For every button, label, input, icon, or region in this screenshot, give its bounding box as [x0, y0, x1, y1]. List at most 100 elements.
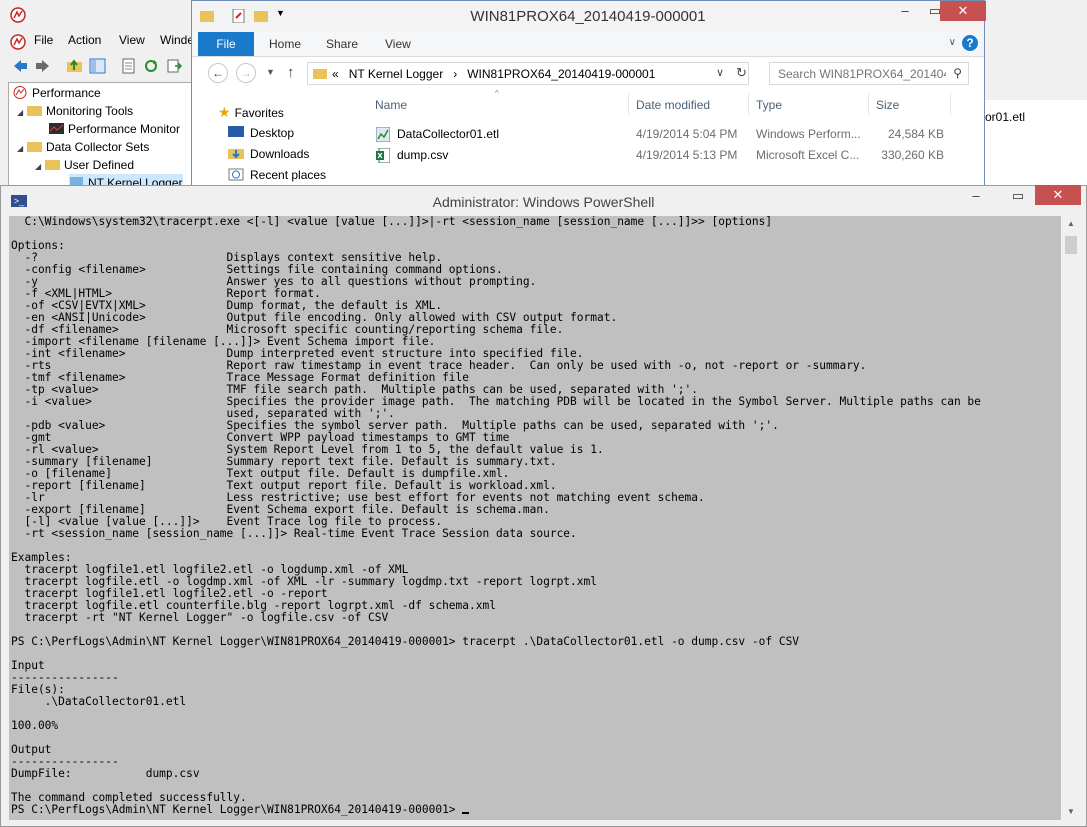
file-type: Windows Perform... — [756, 127, 861, 141]
expand-ribbon-icon[interactable]: ∨ — [949, 37, 956, 48]
nav-label: Favorites — [234, 106, 284, 120]
file-row[interactable]: dump.csv 4/19/2014 5:13 PM Microsoft Exc… — [370, 145, 950, 166]
recent-places-icon — [228, 168, 244, 181]
address-bar[interactable]: « NT Kernel Logger › WIN81PROX64_2014041… — [307, 62, 749, 85]
folder-icon — [27, 106, 42, 116]
breadcrumb: « NT Kernel Logger › WIN81PROX64_2014041… — [332, 67, 655, 81]
refresh-icon[interactable] — [143, 58, 160, 74]
breadcrumb-separator[interactable]: › — [453, 67, 457, 81]
nav-favorites[interactable]: ★ Favorites — [218, 102, 284, 122]
column-name[interactable]: Name — [375, 98, 407, 112]
tree-label: Performance — [32, 86, 101, 100]
tree-label: User Defined — [64, 158, 135, 172]
help-icon[interactable]: ? — [962, 35, 978, 51]
column-size[interactable]: Size — [876, 98, 899, 112]
nav-label: Recent places — [250, 168, 327, 182]
close-button[interactable]: ✕ — [1035, 185, 1081, 205]
search-box[interactable]: ⚲ — [769, 62, 969, 85]
column-type[interactable]: Type — [756, 98, 782, 112]
scroll-up-arrow-icon[interactable]: ▲ — [1063, 216, 1079, 232]
menu-action[interactable]: Action — [68, 30, 101, 47]
powershell-titlebar: >_ Administrator: Windows PowerShell – ▭… — [1, 185, 1086, 216]
explorer-title: WIN81PROX64_20140419-000001 — [470, 8, 706, 25]
scrollbar-thumb[interactable] — [1065, 236, 1077, 254]
properties-icon[interactable] — [120, 58, 137, 74]
perfmon-app-icon — [10, 7, 26, 23]
menu-window[interactable]: Winde — [160, 30, 194, 47]
column-separator[interactable] — [868, 93, 869, 115]
forward-arrow-icon[interactable] — [34, 58, 51, 74]
excel-file-icon — [376, 148, 390, 163]
star-icon: ★ — [218, 104, 231, 120]
collapse-arrow-icon[interactable]: ◢ — [35, 158, 45, 176]
column-separator[interactable] — [628, 93, 629, 115]
refresh-icon[interactable]: ↻ — [736, 65, 747, 81]
tree-label: Performance Monitor — [68, 122, 181, 136]
tab-home[interactable]: Home — [269, 32, 301, 56]
back-button[interactable]: ← — [208, 63, 228, 83]
nav-downloads[interactable]: Downloads — [228, 144, 309, 164]
close-button[interactable]: ✕ — [940, 1, 986, 21]
vertical-scrollbar[interactable]: ▲ ▼ — [1063, 216, 1079, 820]
column-separator[interactable] — [950, 93, 951, 115]
address-dropdown-icon[interactable]: ∨ — [716, 66, 724, 79]
show-hide-tree-icon[interactable] — [89, 58, 106, 74]
folder-icon — [313, 69, 327, 79]
performance-icon — [13, 86, 27, 99]
recent-locations-icon[interactable]: ▼ — [266, 67, 275, 77]
partial-file-name[interactable]: or01.etl — [985, 110, 1025, 124]
tab-share[interactable]: Share — [326, 32, 358, 56]
tree-item-performance-monitor[interactable]: Performance Monitor — [49, 120, 180, 138]
file-name: dump.csv — [397, 148, 449, 162]
perfmon-right-pane: or01.etl — [985, 100, 1087, 190]
column-separator[interactable] — [748, 93, 749, 115]
maximize-button[interactable]: ▭ — [1003, 186, 1033, 206]
perfmon-tree: Performance ◢ Monitoring Tools Performanc… — [8, 82, 195, 192]
nav-recent-places[interactable]: Recent places — [228, 165, 326, 185]
column-date-modified[interactable]: Date modified — [636, 98, 710, 112]
file-explorer-window: ▼ WIN81PROX64_20140419-000001 – ▭ ✕ File… — [191, 0, 986, 191]
tree-item-performance[interactable]: Performance — [13, 84, 101, 102]
minimize-button[interactable]: – — [961, 186, 991, 206]
file-size: 24,584 KB — [887, 127, 944, 141]
breadcrumb-overflow[interactable]: « — [332, 67, 339, 81]
text-cursor — [462, 812, 470, 814]
export-list-icon[interactable] — [166, 58, 183, 74]
powershell-window: >_ Administrator: Windows PowerShell – ▭… — [0, 185, 1087, 827]
folder-icon — [27, 142, 42, 152]
breadcrumb-current-folder[interactable]: WIN81PROX64_20140419-000001 — [467, 67, 655, 81]
menu-file[interactable]: File — [34, 30, 53, 47]
ribbon-tabs: File Home Share View ∨ ? — [192, 32, 984, 57]
tree-label: Monitoring Tools — [46, 104, 134, 118]
navigation-pane: ★ Favorites Desktop Downloads Recent plac… — [192, 95, 352, 191]
file-size: 330,260 KB — [881, 148, 944, 162]
file-row[interactable]: DataCollector01.etl 4/19/2014 5:04 PM Wi… — [370, 124, 950, 145]
scroll-down-arrow-icon[interactable]: ▼ — [1063, 804, 1079, 820]
search-icon[interactable]: ⚲ — [953, 66, 962, 80]
file-date: 4/19/2014 5:04 PM — [636, 127, 738, 141]
collapse-arrow-icon[interactable]: ◢ — [17, 104, 27, 122]
tab-view[interactable]: View — [385, 32, 411, 56]
perfmon-toolbar — [0, 54, 200, 80]
breadcrumb-nt-kernel-logger[interactable]: NT Kernel Logger — [349, 67, 444, 81]
tree-item-data-collector-sets[interactable]: ◢ Data Collector Sets — [17, 138, 149, 156]
menu-view[interactable]: View — [119, 30, 145, 47]
chart-icon — [49, 123, 64, 134]
console-output-area[interactable]: C:\Windows\system32\tracerpt.exe <[-l] <… — [9, 216, 1061, 820]
file-name: DataCollector01.etl — [397, 127, 500, 141]
up-arrow-icon[interactable]: ↑ — [287, 64, 295, 81]
minimize-button[interactable]: – — [890, 1, 920, 21]
tree-item-monitoring-tools[interactable]: ◢ Monitoring Tools — [17, 102, 133, 120]
up-folder-icon[interactable] — [66, 58, 83, 74]
nav-desktop[interactable]: Desktop — [228, 123, 294, 143]
sort-arrow-icon: ^ — [495, 89, 499, 98]
back-arrow-icon[interactable] — [12, 58, 29, 74]
forward-button[interactable]: → — [236, 63, 256, 83]
explorer-titlebar: ▼ WIN81PROX64_20140419-000001 – ▭ ✕ — [192, 1, 986, 32]
tab-file[interactable]: File — [198, 32, 254, 56]
tree-item-user-defined[interactable]: ◢ User Defined — [35, 156, 134, 174]
search-input[interactable] — [776, 66, 948, 82]
collapse-arrow-icon[interactable]: ◢ — [17, 140, 27, 158]
etl-file-icon — [376, 127, 390, 142]
file-date: 4/19/2014 5:13 PM — [636, 148, 738, 162]
